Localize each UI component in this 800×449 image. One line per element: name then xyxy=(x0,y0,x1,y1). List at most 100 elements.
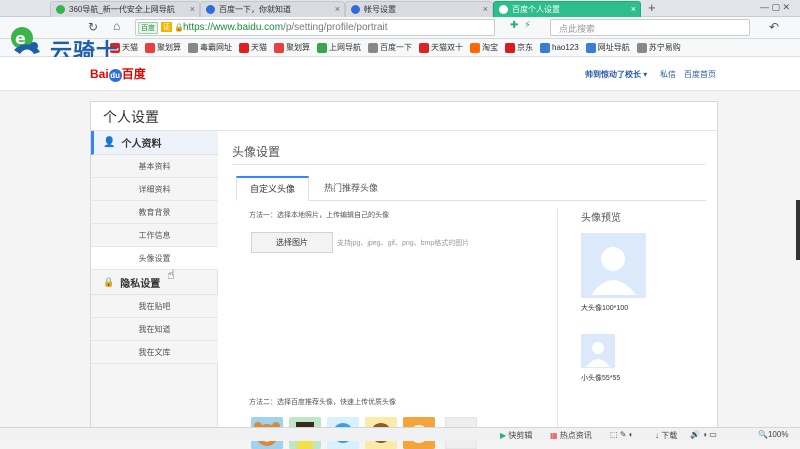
bookmark-item[interactable]: hao123 xyxy=(540,42,579,53)
hot-news-button[interactable]: ▦ 热点资讯 xyxy=(550,430,592,441)
bookmark-item[interactable]: 上网导航 xyxy=(317,42,361,53)
bookmark-label: 苏宁易购 xyxy=(648,43,681,52)
bookmark-item[interactable]: 网址导航 xyxy=(585,42,630,53)
method-one-text: 方法一：选择本地照片，上传编辑自己的头像 xyxy=(249,212,389,219)
url-text: https://www.baidu.com/p/setting/profile/… xyxy=(183,22,388,33)
sidebar-item-avatar[interactable]: 头像设置 xyxy=(91,247,218,270)
bookmark-label: 淘宝 xyxy=(482,43,498,52)
bolt-icon[interactable]: ⚡ xyxy=(524,20,531,31)
message-link[interactable]: 私信 xyxy=(660,69,676,80)
browser-status-bar: ▶ 快剪辑 ▦ 热点资讯 ⬚ ✎ ◐ ↓ 下载 🔊 ◑ ▭ 🔍100% xyxy=(0,427,800,441)
bookmark-favicon-icon xyxy=(419,42,429,53)
bookmark-favicon-icon xyxy=(239,42,249,53)
close-tab-icon[interactable]: × xyxy=(631,4,636,14)
baidu-home-link[interactable]: 百度首页 xyxy=(684,69,716,80)
close-tab-icon[interactable]: × xyxy=(335,4,340,14)
sidebar-item-wenku[interactable]: 我在文库 xyxy=(91,341,218,364)
bookmark-label: 京东 xyxy=(517,43,533,52)
format-support-text: 支持jpg、jpeg、gif、png、bmp格式的图片 xyxy=(337,240,470,247)
sidebar-item-education[interactable]: 教育背景 xyxy=(91,201,218,224)
bookmark-item[interactable]: 毒霸网址 xyxy=(188,42,232,53)
bookmark-item[interactable]: 京东 xyxy=(505,42,533,53)
undo-icon[interactable]: ↶ xyxy=(769,20,779,34)
sidebar-item-basic-info[interactable]: 基本资料 xyxy=(91,155,218,178)
sidebar-item-zhidao[interactable]: 我在知道 xyxy=(91,318,218,341)
zoom-level[interactable]: 🔍100% xyxy=(758,430,788,439)
sidebar-section-label: 个人资料 xyxy=(121,139,162,150)
bookmark-favicon-icon xyxy=(585,42,596,53)
small-avatar-label: 小头像55*55 xyxy=(581,375,621,382)
tab-favicon-icon xyxy=(499,5,508,14)
window-controls[interactable]: — ▢ ✕ xyxy=(760,2,790,13)
divider xyxy=(232,164,705,165)
bookmark-item[interactable]: 淘宝 xyxy=(470,42,498,53)
sidebar-section-profile[interactable]: 👤 个人资料 xyxy=(91,131,218,155)
search-input[interactable]: 点此搜索 xyxy=(559,22,595,35)
bookmark-label: 网址导航 xyxy=(597,43,630,52)
method-two-text: 方法二：选择百度推荐头像，快速上传优质头像 xyxy=(249,399,396,406)
scrollbar-thumb[interactable] xyxy=(796,200,800,260)
section-title: 头像设置 xyxy=(232,145,281,159)
bookmark-item[interactable]: 天猫 xyxy=(239,42,267,53)
search-box[interactable]: 百度 点此搜索 xyxy=(550,19,750,36)
shield-icon[interactable]: ✚ xyxy=(510,20,518,31)
tab-hot-avatar[interactable]: 热门推荐头像 xyxy=(311,176,391,200)
vertical-divider xyxy=(557,209,558,432)
bookmark-label: 百度一下 xyxy=(380,43,412,52)
close-tab-icon[interactable]: × xyxy=(190,4,195,14)
bookmark-favicon-icon xyxy=(368,42,378,53)
bookmark-favicon-icon xyxy=(188,42,198,53)
bookmark-label: 天猫双十 xyxy=(431,43,463,52)
user-icon: 👤 xyxy=(103,137,116,148)
baidu-logo[interactable]: Bai du 百度 xyxy=(90,65,146,82)
sidebar-item-tieba[interactable]: 我在贴吧 xyxy=(91,295,218,318)
download-button[interactable]: ↓ 下载 xyxy=(655,430,677,441)
sidebar-section-label: 隐私设置 xyxy=(120,279,161,290)
url-bar[interactable]: 百度 证 🔒 https://www.baidu.com/p/setting/p… xyxy=(135,19,495,36)
choose-image-button[interactable]: 选择图片 xyxy=(251,232,333,253)
lock-icon: 🔒 xyxy=(103,277,115,287)
small-avatar-preview xyxy=(581,334,615,368)
bookmark-label: 天猫 xyxy=(251,43,267,52)
bookmark-label: 上网导航 xyxy=(329,43,361,52)
tab-favicon-icon xyxy=(56,5,65,14)
sidebar-item-detail-info[interactable]: 详细资料 xyxy=(91,178,218,201)
tab-baidu-home[interactable]: 百度一下，你就知道 × xyxy=(200,1,345,17)
quick-clip-button[interactable]: ▶ 快剪辑 xyxy=(500,430,532,441)
bookmark-item[interactable]: 聚划算 xyxy=(145,42,181,53)
avatar-settings-panel: 头像设置 自定义头像 热门推荐头像 方法一：选择本地照片，上传编辑自己的头像 选… xyxy=(219,131,717,449)
status-icons-2[interactable]: 🔊 ◑ ▭ xyxy=(690,430,717,439)
user-menu[interactable]: 帅到惊动了校长 ▾ xyxy=(585,69,647,80)
tab-baidu-personal-settings[interactable]: 百度个人设置 × xyxy=(493,1,641,17)
bookmark-item[interactable]: 天猫双十 xyxy=(419,42,463,53)
new-tab-button[interactable]: + xyxy=(648,0,656,15)
tab-label: 帐号设置 xyxy=(364,5,396,14)
tab-account-settings[interactable]: 帐号设置 × xyxy=(345,1,493,17)
tab-label: 百度一下，你就知道 xyxy=(219,5,291,14)
bookmark-favicon-icon xyxy=(145,42,155,53)
close-tab-icon[interactable]: × xyxy=(483,4,488,14)
preview-title: 头像预览 xyxy=(581,213,621,224)
bookmark-label: 聚划算 xyxy=(157,43,181,52)
bookmark-favicon-icon xyxy=(274,42,284,53)
browser-tab-bar: 360导航_新一代安全上网导航 × 百度一下，你就知道 × 帐号设置 × 百度个… xyxy=(0,0,800,17)
bookmark-label: 聚划算 xyxy=(286,43,310,52)
bookmark-item[interactable]: 苏宁易购 xyxy=(636,42,681,53)
large-avatar-preview xyxy=(581,233,646,298)
default-user-icon xyxy=(586,342,610,367)
status-icons[interactable]: ⬚ ✎ ◐ xyxy=(610,430,634,439)
bookmark-favicon-icon xyxy=(470,42,480,53)
tab-360-nav[interactable]: 360导航_新一代安全上网导航 × xyxy=(50,1,200,17)
bookmark-favicon-icon xyxy=(317,42,327,53)
sidebar-item-work[interactable]: 工作信息 xyxy=(91,224,218,247)
bookmark-item[interactable]: 聚划算 xyxy=(274,42,310,53)
tab-favicon-icon xyxy=(206,5,215,14)
sidebar-section-privacy[interactable]: 🔒 隐私设置 xyxy=(91,271,218,295)
bookmark-item[interactable]: 百度一下 xyxy=(368,42,412,53)
site-badge: 百度 xyxy=(138,22,158,34)
bookmark-label: 毒霸网址 xyxy=(200,43,232,52)
tab-label: 360导航_新一代安全上网导航 xyxy=(69,5,175,14)
bookmark-favicon-icon xyxy=(636,42,647,53)
tab-custom-avatar[interactable]: 自定义头像 xyxy=(236,176,309,201)
mouse-cursor-icon: ☝ xyxy=(167,267,175,282)
